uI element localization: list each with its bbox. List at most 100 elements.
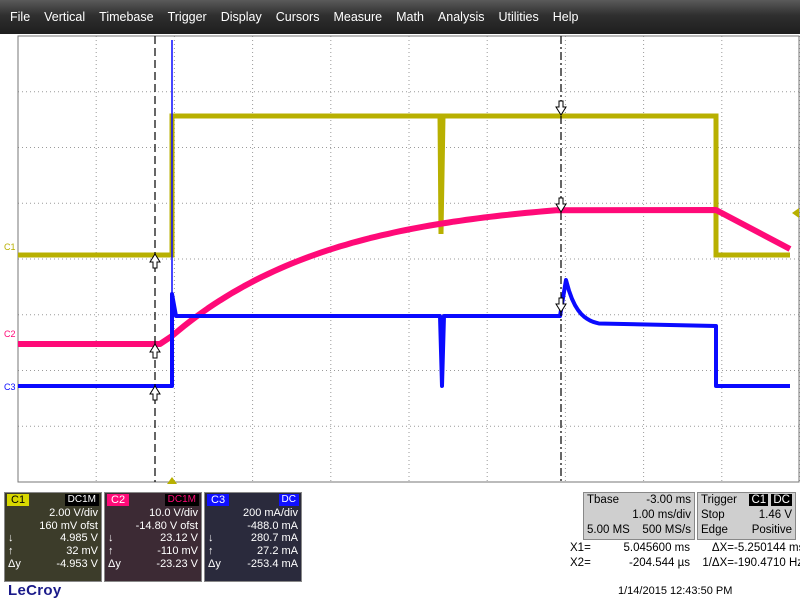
menu-item-cursors[interactable]: Cursors <box>276 10 320 24</box>
coupling-badge: DC1M <box>64 494 99 506</box>
menu-item-file[interactable]: File <box>10 10 30 24</box>
trigger-slope: Positive <box>751 524 792 536</box>
row-value: 4.985 V <box>60 532 98 545</box>
row-label: ↑ <box>108 545 114 558</box>
timebase-rate: 500 MS/s <box>642 524 691 536</box>
row-label <box>208 507 232 520</box>
x2-value: -204.544 µs <box>629 557 690 569</box>
channel-row: ↑ 32 mV <box>5 545 101 558</box>
row-value: 280.7 mA <box>250 532 298 545</box>
channel-label-c3: C3 <box>4 382 16 392</box>
menu-item-utilities[interactable]: Utilities <box>498 10 538 24</box>
row-label: Δy <box>208 557 221 570</box>
trigger-coupling: DC <box>771 494 792 506</box>
trigger-mode: Stop <box>701 509 725 521</box>
cursor-arrow-down-icon <box>555 100 567 116</box>
channel-row: 2.00 V/div <box>5 507 101 520</box>
row-value: -110 mV <box>157 545 198 558</box>
channel-row: ↓ 280.7 mA <box>205 532 301 545</box>
row-label: ↓ <box>8 532 14 545</box>
channel-3-panel[interactable]: C3 DC 200 mA/div -488.0 mA ↓ 280.7 mA ↑ 27.2 mA… <box>204 492 302 582</box>
channel-row: 200 mA/div <box>205 507 301 520</box>
trigger-channel: C1 <box>749 494 769 506</box>
row-value: -4.953 V <box>56 557 98 570</box>
channel-row: -488.0 mA <box>205 520 301 533</box>
coupling-badge: DC1M <box>164 494 199 506</box>
coupling-badge: DC <box>278 494 299 506</box>
row-value: 10.0 V/div <box>149 507 198 519</box>
channel-row: ↓ 4.985 V <box>5 532 101 545</box>
x2-label: X2= <box>570 557 591 569</box>
menu-item-math[interactable]: Math <box>396 10 424 24</box>
row-label <box>8 520 32 533</box>
trigger-level: 1.46 V <box>758 509 792 521</box>
menu-item-trigger[interactable]: Trigger <box>168 10 207 24</box>
menu-item-measure[interactable]: Measure <box>333 10 382 24</box>
menu-bar: File Vertical Timebase Trigger Display Cursor… <box>0 0 800 34</box>
trigger-title: Trigger <box>701 494 737 506</box>
menu-item-timebase[interactable]: Timebase <box>99 10 153 24</box>
channel-1-panel[interactable]: C1 DC1M 2.00 V/div 160 mV ofst ↓ 4.985 V ↑ 32 m… <box>4 492 102 582</box>
channel-header: C3 DC <box>205 493 301 507</box>
channel-tag: C1 <box>7 494 30 506</box>
timebase-samples: 5.00 MS <box>587 524 630 536</box>
channel-row: ↑ -110 mV <box>105 545 201 558</box>
row-label <box>108 520 132 533</box>
trigger-level-icon <box>792 208 799 218</box>
row-label: Δy <box>108 557 121 570</box>
row-label <box>108 507 132 520</box>
row-label: ↓ <box>108 532 114 545</box>
x1-label: X1= <box>570 542 591 554</box>
waveform-grid: C1 C2 C3 <box>4 35 800 484</box>
inv-dx-value: -190.4710 Hz <box>734 557 800 569</box>
grid-border <box>17 35 800 483</box>
inv-dx-label: 1/ΔX= <box>702 557 734 569</box>
channel-row: 160 mV ofst <box>5 520 101 533</box>
trigger-type: Edge <box>701 524 728 536</box>
channel-tag: C3 <box>207 494 230 506</box>
cursor-readout: X1= 5.045600 ms ΔX= -5.250144 ms X2= -20… <box>570 541 800 571</box>
dx-value: -5.250144 ms <box>734 542 800 554</box>
timebase-title: Tbase <box>587 494 619 506</box>
trigger-panel[interactable]: Trigger C1 DC Stop 1.46 V Edge Positive <box>697 492 796 540</box>
row-value: 160 mV ofst <box>39 519 98 532</box>
channel-2-panel[interactable]: C2 DC1M 10.0 V/div -14.80 V ofst ↓ 23.12 V ↑ -1… <box>104 492 202 582</box>
channel-header: C1 DC1M <box>5 493 101 507</box>
channel-header: C2 DC1M <box>105 493 201 507</box>
row-value: 23.12 V <box>160 532 198 545</box>
channel-label-c2: C2 <box>4 329 16 339</box>
row-value: 2.00 V/div <box>49 507 98 519</box>
row-value: 32 mV <box>66 545 98 558</box>
channel-row: -14.80 V ofst <box>105 520 201 533</box>
channel-row: 10.0 V/div <box>105 507 201 520</box>
channel-row: ↑ 27.2 mA <box>205 545 301 558</box>
row-label: Δy <box>8 557 21 570</box>
row-value: -488.0 mA <box>247 519 298 532</box>
menu-item-vertical[interactable]: Vertical <box>44 10 85 24</box>
cursor-arrow-up-icon <box>149 385 161 401</box>
row-value: 200 mA/div <box>242 507 298 519</box>
row-label <box>8 507 32 520</box>
row-value: -14.80 V ofst <box>135 519 198 532</box>
timebase-panel[interactable]: Tbase -3.00 ms 1.00 ms/div 5.00 MS 500 MS/… <box>583 492 695 540</box>
dx-label: ΔX= <box>711 542 734 554</box>
timebase-offset: -3.00 ms <box>646 494 691 506</box>
menu-item-analysis[interactable]: Analysis <box>438 10 485 24</box>
menu-item-help[interactable]: Help <box>553 10 579 24</box>
menu-item-display[interactable]: Display <box>221 10 262 24</box>
waveform-display[interactable]: C1 C2 C3 <box>0 34 800 488</box>
row-label: ↑ <box>208 545 214 558</box>
channel-row: ↓ 23.12 V <box>105 532 201 545</box>
x1-value: 5.045600 ms <box>623 542 691 554</box>
row-label: ↓ <box>208 532 214 545</box>
brand-logo: LeCroy <box>8 582 62 599</box>
channel-row: Δy -4.953 V <box>5 558 101 571</box>
channel-label-c1: C1 <box>4 242 16 252</box>
trigger-position-icon <box>167 477 177 484</box>
timestamp: 1/14/2015 12:43:50 PM <box>618 585 733 597</box>
row-value: 27.2 mA <box>257 545 298 558</box>
channel-tag: C2 <box>107 494 130 506</box>
trace-c1 <box>18 113 790 258</box>
row-label: ↑ <box>8 545 14 558</box>
row-value: -253.4 mA <box>247 557 298 570</box>
